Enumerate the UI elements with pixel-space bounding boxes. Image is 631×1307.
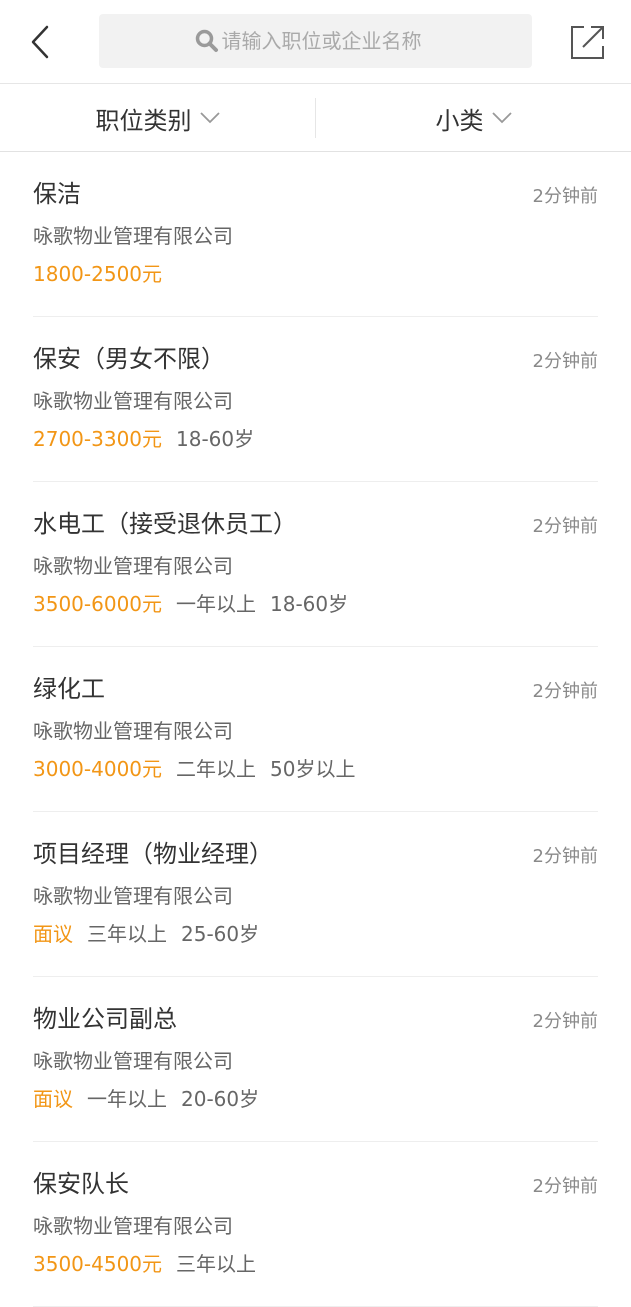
job-requirement: 20-60岁 [181, 1087, 260, 1111]
search-icon [195, 29, 218, 52]
job-time: 2分钟前 [532, 846, 598, 867]
subcategory-filter[interactable]: 小类 [316, 84, 631, 152]
job-meta: 3500-4500元 三年以上 [33, 1250, 284, 1278]
job-requirement: 三年以上 [87, 922, 167, 946]
job-item[interactable]: 项目经理（物业经理） 2分钟前 咏歌物业管理有限公司 面议 三年以上 25-60岁 [33, 812, 598, 977]
job-requirement: 25-60岁 [181, 922, 260, 946]
job-salary: 3000-4000元 [33, 757, 163, 781]
category-filter[interactable]: 职位类别 [0, 84, 315, 152]
job-company: 咏歌物业管理有限公司 [33, 554, 233, 578]
subcategory-filter-label: 小类 [435, 106, 484, 135]
job-item[interactable]: 水电工（接受退休员工） 2分钟前 咏歌物业管理有限公司 3500-6000元 一年… [33, 482, 598, 647]
job-list: 保洁 2分钟前 咏歌物业管理有限公司 1800-2500元 保安（男女不限） 2… [0, 152, 631, 1307]
search-input[interactable] [221, 29, 438, 53]
job-title: 水电工（接受退休员工） [33, 510, 297, 538]
job-company: 咏歌物业管理有限公司 [33, 884, 233, 908]
job-title: 保洁 [33, 180, 81, 208]
category-filter-label: 职位类别 [95, 106, 192, 135]
job-meta: 3000-4000元 二年以上 50岁以上 [33, 755, 369, 783]
job-time: 2分钟前 [532, 351, 598, 372]
job-requirement: 50岁以上 [270, 757, 356, 781]
job-title: 保安（男女不限） [33, 345, 225, 373]
job-salary: 3500-4500元 [33, 1252, 163, 1276]
share-button[interactable] [568, 22, 608, 62]
job-salary: 面议 [33, 922, 73, 946]
job-meta: 1800-2500元 [33, 260, 204, 288]
job-requirement: 一年以上 [176, 592, 257, 616]
search-box[interactable] [99, 14, 532, 68]
job-meta: 2700-3300元 18-60岁 [33, 425, 282, 453]
job-title: 项目经理（物业经理） [33, 840, 273, 868]
job-item[interactable]: 保安队长 2分钟前 咏歌物业管理有限公司 3500-4500元 三年以上 [33, 1142, 598, 1307]
job-item[interactable]: 物业公司副总 2分钟前 咏歌物业管理有限公司 面议 一年以上 20-60岁 [33, 977, 598, 1142]
job-requirement: 18-60岁 [176, 427, 255, 451]
job-company: 咏歌物业管理有限公司 [33, 719, 233, 743]
share-icon [571, 26, 604, 59]
job-time: 2分钟前 [532, 516, 598, 537]
job-salary: 2700-3300元 [33, 427, 163, 451]
job-company: 咏歌物业管理有限公司 [33, 1214, 233, 1238]
job-company: 咏歌物业管理有限公司 [33, 224, 233, 248]
job-company: 咏歌物业管理有限公司 [33, 389, 233, 413]
chevron-down-icon [199, 112, 220, 124]
job-item[interactable]: 保安（男女不限） 2分钟前 咏歌物业管理有限公司 2700-3300元 18-60… [33, 317, 598, 482]
job-requirement: 三年以上 [176, 1252, 257, 1276]
job-requirement: 一年以上 [87, 1087, 167, 1111]
job-salary: 3500-6000元 [33, 592, 163, 616]
job-item[interactable]: 绿化工 2分钟前 咏歌物业管理有限公司 3000-4000元 二年以上 50岁以上 [33, 647, 598, 812]
job-meta: 面议 一年以上 20-60岁 [33, 1085, 273, 1113]
job-meta: 3500-6000元 一年以上 18-60岁 [33, 590, 362, 618]
top-bar [0, 0, 631, 84]
chevron-down-icon [491, 112, 512, 124]
back-button[interactable] [20, 20, 60, 64]
job-requirement: 18-60岁 [270, 592, 349, 616]
job-title: 绿化工 [33, 675, 105, 703]
job-salary: 1800-2500元 [33, 262, 163, 286]
job-time: 2分钟前 [532, 1011, 598, 1032]
job-item[interactable]: 保洁 2分钟前 咏歌物业管理有限公司 1800-2500元 [33, 152, 598, 317]
filter-bar: 职位类别 小类 [0, 84, 631, 152]
chevron-left-icon [31, 25, 49, 59]
job-time: 2分钟前 [532, 1176, 598, 1197]
job-company: 咏歌物业管理有限公司 [33, 1049, 233, 1073]
job-title: 物业公司副总 [33, 1005, 177, 1033]
job-time: 2分钟前 [532, 681, 598, 702]
job-title: 保安队长 [33, 1170, 129, 1198]
job-meta: 面议 三年以上 25-60岁 [33, 920, 273, 948]
job-salary: 面议 [33, 1087, 73, 1111]
job-time: 2分钟前 [532, 186, 598, 207]
job-requirement: 二年以上 [176, 757, 257, 781]
